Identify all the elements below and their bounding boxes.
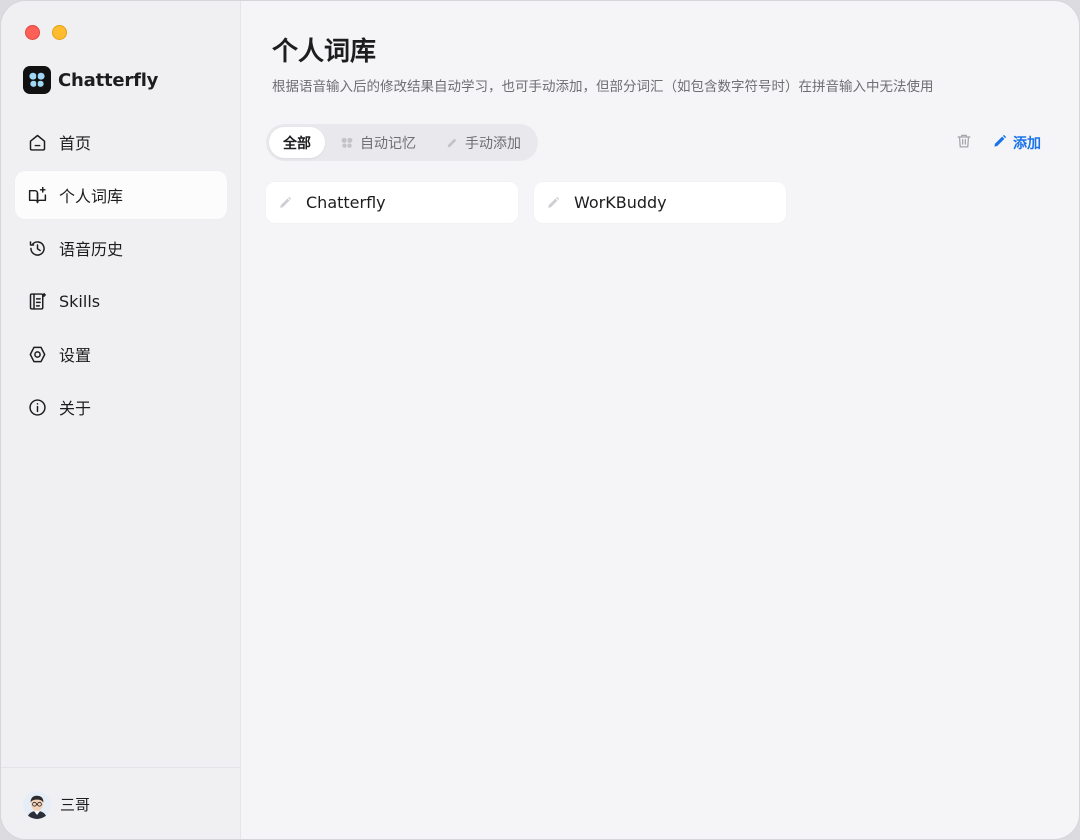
sidebar: Chatterfly 首页 个人词库 语音历史 Skills 设置 关于 三哥	[1, 1, 241, 839]
delete-button[interactable]	[954, 132, 974, 154]
sidebar-item-voice-history[interactable]: 语音历史	[15, 224, 227, 272]
tab-label: 全部	[283, 135, 311, 152]
sidebar-item-home[interactable]: 首页	[15, 118, 227, 166]
tab-label: 自动记忆	[360, 135, 416, 152]
sidebar-item-label: 语音历史	[59, 240, 124, 259]
sidebar-item-label: 关于	[59, 399, 92, 418]
close-window-button[interactable]	[25, 25, 40, 40]
tab-auto-memory[interactable]: 自动记忆	[325, 127, 430, 158]
butterfly-icon	[339, 135, 354, 150]
sidebar-item-label: 设置	[59, 346, 92, 365]
filter-tabs: 全部 自动记忆 手动添加	[266, 124, 538, 161]
word-card[interactable]: Chatterfly	[266, 182, 518, 223]
word-card[interactable]: WorKBuddy	[534, 182, 786, 223]
user-name: 三哥	[60, 796, 91, 814]
tab-label: 手动添加	[465, 135, 521, 152]
tab-manual-add[interactable]: 手动添加	[430, 127, 535, 158]
minimize-window-button[interactable]	[52, 25, 67, 40]
word-text: WorKBuddy	[574, 193, 667, 212]
app-name: Chatterfly	[58, 69, 159, 91]
sidebar-item-about[interactable]: 关于	[15, 383, 227, 431]
pencil-icon	[444, 135, 459, 150]
pencil-icon[interactable]	[546, 196, 560, 210]
info-icon	[26, 396, 48, 418]
trash-icon	[955, 132, 973, 154]
sidebar-nav: 首页 个人词库 语音历史 Skills 设置 关于	[15, 118, 227, 436]
tab-all[interactable]: 全部	[269, 127, 325, 158]
book-sparkle-icon	[26, 184, 48, 206]
word-list: Chatterfly WorKBuddy	[266, 182, 786, 223]
settings-hexagon-icon	[26, 343, 48, 365]
brand: Chatterfly	[23, 66, 158, 94]
sidebar-item-personal-dictionary[interactable]: 个人词库	[15, 171, 227, 219]
add-label: 添加	[1013, 136, 1041, 152]
pencil-icon[interactable]	[278, 196, 292, 210]
page-description: 根据语音输入后的修改结果自动学习，也可手动添加，但部分词汇（如包含数字符号时）在…	[272, 79, 934, 95]
history-icon	[26, 237, 48, 259]
butterfly-logo-icon	[23, 66, 51, 94]
page-title: 个人词库	[272, 37, 377, 67]
window-controls	[25, 25, 67, 40]
avatar	[23, 790, 51, 819]
home-icon	[26, 131, 48, 153]
add-word-button[interactable]: 添加	[992, 131, 1041, 155]
sidebar-item-skills[interactable]: Skills	[15, 277, 227, 325]
sidebar-item-settings[interactable]: 设置	[15, 330, 227, 378]
pencil-icon	[992, 134, 1007, 153]
main-content: 个人词库 根据语音输入后的修改结果自动学习，也可手动添加，但部分词汇（如包含数字…	[242, 1, 1079, 839]
word-text: Chatterfly	[306, 193, 386, 212]
sidebar-item-label: Skills	[59, 291, 101, 311]
skills-list-icon	[26, 290, 48, 312]
sidebar-item-label: 首页	[59, 134, 92, 153]
user-profile[interactable]: 三哥	[1, 767, 241, 839]
sidebar-item-label: 个人词库	[59, 187, 124, 206]
app-window: Chatterfly 首页 个人词库 语音历史 Skills 设置 关于 三哥 …	[0, 0, 1080, 840]
